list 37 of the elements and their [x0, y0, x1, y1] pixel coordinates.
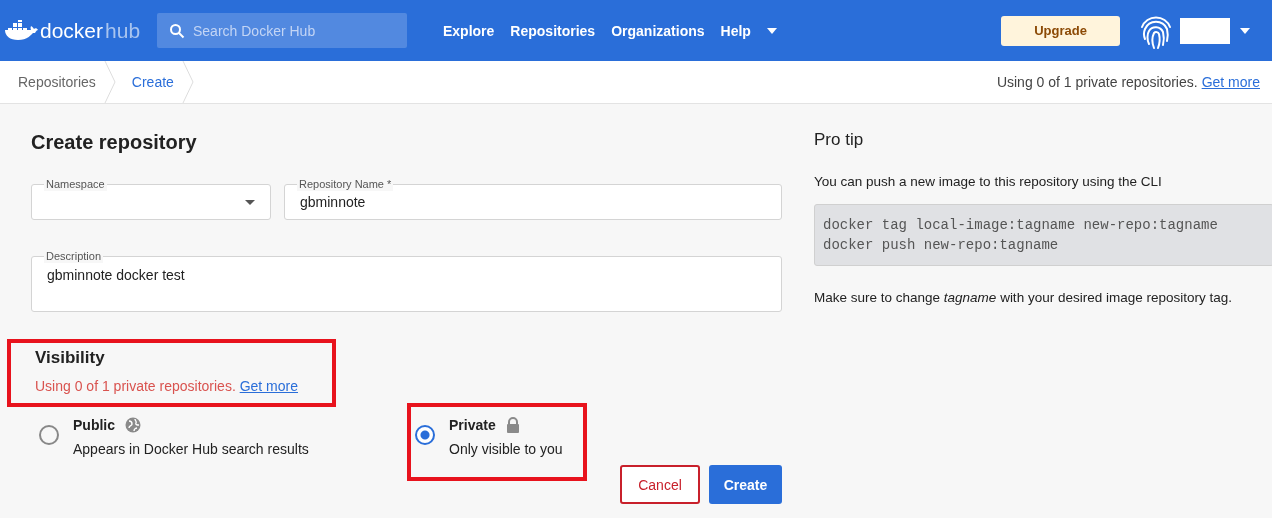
tip-title: Pro tip — [814, 130, 865, 150]
lock-icon — [505, 417, 520, 433]
globe-icon — [125, 417, 141, 433]
breadcrumb-item[interactable]: Repositories — [18, 74, 104, 90]
nav-link[interactable]: Help — [720, 22, 751, 39]
tip-text: You can push a new image to this repository using the CLI — [814, 174, 1163, 189]
option-label: Public — [73, 417, 115, 433]
nav-link[interactable]: Explore — [443, 22, 495, 39]
option-hint: Only visible to you — [449, 441, 563, 457]
radio-button[interactable] — [415, 425, 435, 445]
option-label: Private — [449, 417, 496, 433]
cancel-button[interactable]: Cancel — [620, 465, 700, 504]
get-more-link[interactable]: Get more — [1201, 74, 1260, 90]
logo-text: hub — [105, 18, 141, 43]
create-button[interactable]: Create — [709, 465, 782, 504]
section-title: Visibility — [35, 348, 106, 368]
get-more-link[interactable]: Get more — [239, 378, 298, 394]
search-field[interactable]: Search Docker Hub — [157, 13, 407, 48]
whale-icon — [4, 19, 38, 42]
caret-icon — [245, 200, 255, 205]
option-hint: Appears in Docker Hub search results — [73, 441, 309, 457]
code-line: docker tag local-image:tagname new-repo:tagname — [823, 216, 1219, 235]
tip-text: Make sure to change tagname with your desired image repository tag. — [814, 290, 1233, 305]
nav-link[interactable]: Organizations — [611, 22, 705, 39]
page-title: Create repository — [31, 131, 198, 154]
code-line: docker push new-repo:tagname — [823, 236, 1060, 255]
caret-icon[interactable] — [1240, 27, 1250, 34]
nav-link[interactable]: Repositories — [510, 22, 596, 39]
breadcrumb-item[interactable]: Create — [123, 74, 182, 90]
caret-icon[interactable] — [766, 27, 777, 34]
upgrade-button[interactable]: Upgrade — [1001, 15, 1120, 46]
usage-text: Using 0 of 1 private repositories. — [996, 74, 1198, 90]
search-icon — [169, 23, 185, 39]
logo-text: docker — [40, 18, 104, 43]
redaction-box — [1180, 17, 1230, 44]
usage-text: Using 0 of 1 private repositories. — [35, 378, 236, 394]
radio-button[interactable] — [39, 425, 59, 445]
